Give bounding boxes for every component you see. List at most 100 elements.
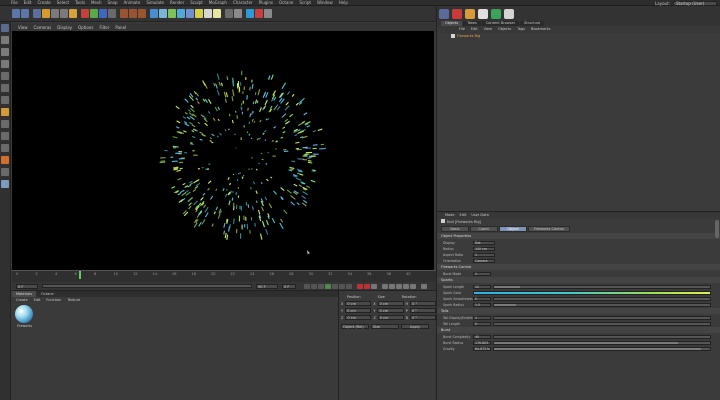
viewport[interactable] bbox=[12, 31, 434, 270]
point-level-icon[interactable] bbox=[410, 283, 416, 289]
apply-button[interactable]: Apply bbox=[401, 324, 429, 329]
next-frame-icon[interactable] bbox=[332, 283, 338, 289]
prev-key-icon[interactable] bbox=[311, 283, 317, 289]
position-field[interactable]: 0 cm bbox=[345, 315, 372, 320]
object-menu-objects[interactable]: Objects bbox=[498, 26, 511, 33]
rotation-key-icon[interactable] bbox=[396, 283, 402, 289]
material-menu-texture[interactable]: Texture bbox=[67, 297, 80, 303]
octane-settings-icon[interactable] bbox=[234, 9, 242, 18]
parameter-value[interactable]: 176.803 bbox=[473, 340, 491, 345]
property-value[interactable]: 1 bbox=[473, 252, 495, 257]
material-menu-edit[interactable]: Edit bbox=[34, 297, 41, 303]
attribute-menu-user-data[interactable]: User Data bbox=[471, 212, 488, 219]
burst-mode-value[interactable]: 1 bbox=[473, 271, 491, 276]
plugin-icon[interactable] bbox=[255, 9, 263, 18]
attribute-menu-edit[interactable]: Edit bbox=[460, 212, 467, 219]
coordinate-system-icon[interactable] bbox=[108, 9, 116, 18]
viewport-menu-panel[interactable]: Panel bbox=[115, 25, 126, 30]
viewport-menu-filter[interactable]: Filter bbox=[99, 25, 109, 30]
subdivision-icon[interactable] bbox=[168, 9, 176, 18]
position-field[interactable]: 0 cm bbox=[345, 301, 372, 306]
polygons-mode-icon[interactable] bbox=[1, 96, 9, 104]
object-manager-icon[interactable] bbox=[439, 9, 449, 19]
tweak-mode-icon[interactable] bbox=[1, 120, 9, 128]
next-key-icon[interactable] bbox=[339, 283, 345, 289]
cloner-icon[interactable] bbox=[177, 9, 185, 18]
attribute-scrollbar[interactable] bbox=[715, 220, 719, 238]
size-field[interactable]: 0 cm bbox=[377, 301, 404, 306]
object-menu-bookmarks[interactable]: Bookmarks bbox=[531, 26, 551, 33]
record-icon[interactable] bbox=[357, 283, 363, 289]
viewport-menu-display[interactable]: Display bbox=[57, 25, 72, 30]
enable-axis-icon[interactable] bbox=[1, 108, 9, 116]
pen-icon[interactable] bbox=[159, 9, 167, 18]
object-menu-file[interactable]: File bbox=[459, 26, 465, 33]
param-key-icon[interactable] bbox=[403, 283, 409, 289]
viewport-menu-view[interactable]: View bbox=[18, 25, 28, 30]
console-icon[interactable] bbox=[504, 9, 514, 19]
layer-icon[interactable] bbox=[491, 9, 501, 19]
make-editable-icon[interactable] bbox=[1, 24, 9, 32]
lock-icon[interactable] bbox=[1, 168, 9, 176]
goto-end-icon[interactable] bbox=[346, 283, 352, 289]
parameter-slider[interactable] bbox=[493, 315, 711, 320]
position-field[interactable]: 0 cm bbox=[345, 308, 372, 313]
y-axis-icon[interactable] bbox=[90, 9, 98, 18]
autokey-icon[interactable] bbox=[364, 283, 370, 289]
property-value[interactable]: Dot bbox=[473, 240, 495, 245]
render-picture-viewer-icon[interactable] bbox=[129, 9, 137, 18]
deformer-icon[interactable] bbox=[186, 9, 194, 18]
x-axis-icon[interactable] bbox=[81, 9, 89, 18]
viewport-solo-icon[interactable] bbox=[1, 180, 9, 188]
solo-icon[interactable] bbox=[1, 156, 9, 164]
lock-workplane-icon[interactable] bbox=[1, 144, 9, 152]
camera-icon[interactable] bbox=[204, 9, 212, 18]
octane-icon[interactable] bbox=[225, 9, 233, 18]
scale-icon[interactable] bbox=[51, 9, 59, 18]
attr-tab-fireworks-control[interactable]: Fireworks Control bbox=[528, 226, 570, 232]
cube-icon[interactable] bbox=[150, 9, 158, 18]
timeline-menu-icon[interactable] bbox=[421, 283, 427, 289]
redo-icon[interactable] bbox=[21, 9, 29, 18]
parameter-value[interactable]: 0 bbox=[473, 321, 491, 326]
playhead-marker[interactable] bbox=[79, 271, 81, 279]
end-frame-field[interactable]: 90 F bbox=[256, 283, 278, 289]
move-icon[interactable] bbox=[42, 9, 50, 18]
workplane-icon[interactable] bbox=[1, 60, 9, 68]
texture-mode-icon[interactable] bbox=[1, 48, 9, 56]
attr-tab-object[interactable]: Object bbox=[499, 226, 527, 232]
object-menu-tags[interactable]: Tags bbox=[517, 26, 525, 33]
rotation-field[interactable]: 0 ° bbox=[409, 308, 437, 313]
snap-icon[interactable] bbox=[1, 132, 9, 140]
content-browser-icon[interactable] bbox=[465, 9, 475, 19]
python-icon[interactable] bbox=[246, 9, 254, 18]
current-frame-field[interactable]: 0 F bbox=[282, 283, 296, 289]
takes-icon[interactable] bbox=[452, 9, 462, 19]
viewport-menu-options[interactable]: Options bbox=[78, 25, 93, 30]
timeline-ruler[interactable]: 0 2 4 6 8 10 12 14 16 18 20 22 24 26 28 30 32 34 36 38 40 bbox=[12, 270, 436, 282]
parameter-slider[interactable] bbox=[493, 284, 711, 289]
scale-key-icon[interactable] bbox=[389, 283, 395, 289]
undo-icon[interactable] bbox=[12, 9, 20, 18]
parameter-slider[interactable] bbox=[493, 334, 711, 339]
model-mode-icon[interactable] bbox=[1, 36, 9, 44]
parameter-slider[interactable] bbox=[493, 321, 711, 326]
live-selection-icon[interactable] bbox=[33, 9, 41, 18]
rotation-field[interactable]: 0 ° bbox=[410, 315, 436, 320]
parameter-slider[interactable] bbox=[493, 296, 711, 301]
material-menu-function[interactable]: Function bbox=[46, 297, 61, 303]
keyframe-selection-icon[interactable] bbox=[371, 283, 377, 289]
parameter-value[interactable]: 1 bbox=[473, 315, 491, 320]
parameter-slider[interactable] bbox=[493, 340, 711, 345]
parameter-value[interactable]: 12 bbox=[473, 284, 491, 289]
property-value[interactable]: 100 cm bbox=[473, 246, 495, 251]
prev-frame-icon[interactable] bbox=[318, 283, 324, 289]
property-value[interactable]: Camera bbox=[473, 258, 495, 263]
material-menu-create[interactable]: Create bbox=[16, 297, 28, 303]
rotate-icon[interactable] bbox=[60, 9, 68, 18]
size-field[interactable]: 0 cm bbox=[377, 315, 404, 320]
frame-range-slider[interactable] bbox=[42, 284, 252, 288]
material-swatch[interactable]: Fireworks bbox=[12, 303, 34, 328]
structure-icon[interactable] bbox=[478, 9, 488, 19]
points-mode-icon[interactable] bbox=[1, 72, 9, 80]
